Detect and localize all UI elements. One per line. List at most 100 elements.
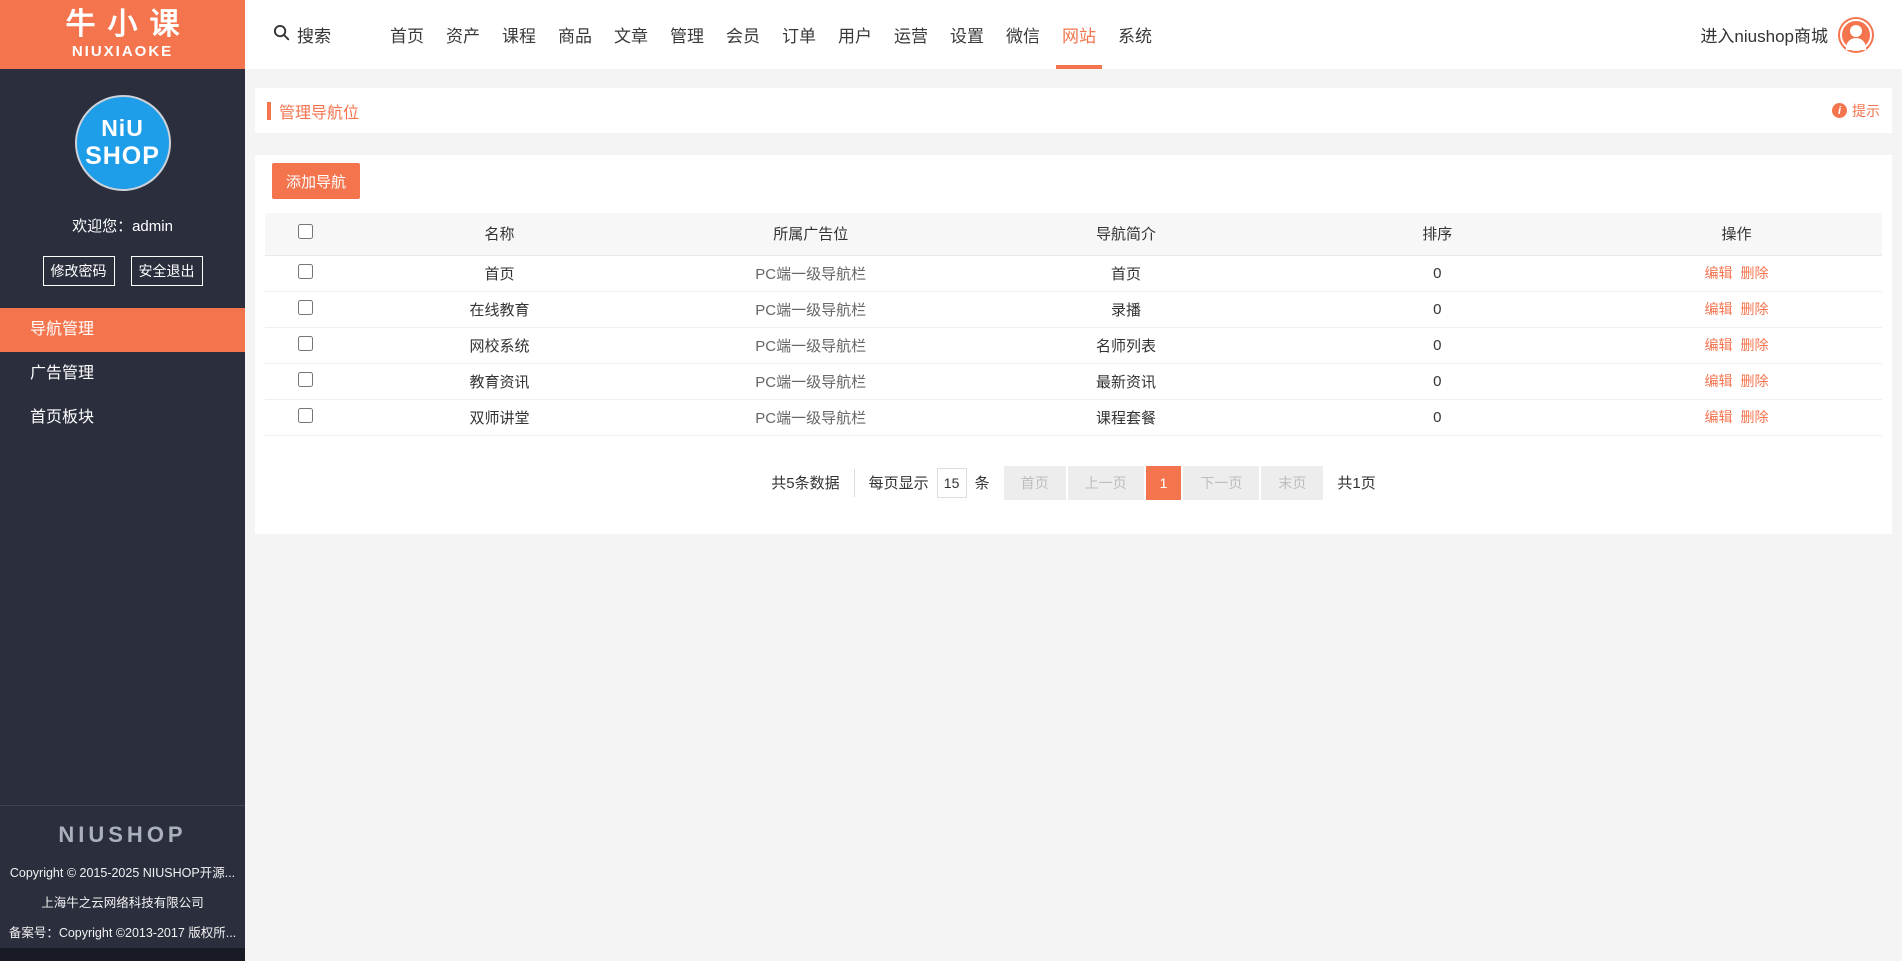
edit-link[interactable]: 编辑 (1704, 337, 1732, 353)
edit-link[interactable]: 编辑 (1704, 301, 1732, 317)
user-avatar-icon[interactable] (1838, 16, 1874, 53)
tip-label: 提示 (1852, 102, 1880, 119)
topnav-item-system[interactable]: 系统 (1107, 0, 1163, 69)
sidebar: 牛小课 NIUXIAOKE NiU SHOP 欢迎您：admin 修改密码 安全… (0, 0, 245, 961)
change-password-button[interactable]: 修改密码 (42, 256, 115, 286)
sidebar-item-nav-manage[interactable]: 导航管理 (0, 308, 245, 352)
cell-sort: 0 (1283, 255, 1591, 292)
delete-link[interactable]: 删除 (1740, 409, 1768, 425)
topnav-item-members[interactable]: 会员 (715, 0, 771, 69)
topnav-item-articles[interactable]: 文章 (603, 0, 659, 69)
topnav-item-website[interactable]: 网站 (1051, 0, 1107, 69)
topnav-item-orders[interactable]: 订单 (771, 0, 827, 69)
pagination-divider (853, 468, 855, 497)
footer-wordmark: NIUSHOP (58, 822, 187, 847)
topbar-right: 进入niushop商城 (1700, 16, 1874, 53)
tip-control[interactable]: i 提示 (1832, 101, 1880, 121)
cell-sort: 0 (1283, 399, 1591, 436)
first-page-button[interactable]: 首页 (1003, 465, 1066, 500)
top-navigation: 首页 资产 课程 商品 文章 管理 会员 订单 用户 运营 设置 微信 网站 系… (379, 0, 1163, 69)
footer-company-line: 上海牛之云网络科技有限公司 (41, 896, 204, 910)
page-title: 管理导航位 (279, 104, 360, 122)
table-row: 网校系统 PC端一级导航栏 名师列表 0 编辑 删除 (265, 327, 1882, 364)
cell-intro: 首页 (968, 255, 1284, 292)
cell-sort: 0 (1283, 327, 1591, 364)
brand-title-en: NIUXIAOKE (71, 42, 174, 60)
table-row: 教育资讯 PC端一级导航栏 最新资讯 0 编辑 删除 (265, 363, 1882, 400)
last-page-button[interactable]: 末页 (1261, 465, 1324, 500)
pager-buttons: 首页 上一页 1 下一页 末页 (1003, 465, 1324, 500)
logout-button[interactable]: 安全退出 (130, 256, 203, 286)
table-row: 在线教育 PC端一级导航栏 录播 0 编辑 删除 (265, 291, 1882, 328)
nav-table: 名称 所属广告位 导航简介 排序 操作 首页 PC端一级导航栏 首页 0 编辑 (265, 213, 1882, 436)
cell-intro: 录播 (968, 291, 1284, 328)
next-page-button[interactable]: 下一页 (1183, 465, 1260, 500)
topnav-item-courses[interactable]: 课程 (491, 0, 547, 69)
current-page-button[interactable]: 1 (1145, 465, 1182, 500)
cell-ad-position: PC端一级导航栏 (653, 363, 969, 400)
delete-link[interactable]: 删除 (1740, 301, 1768, 317)
select-all-checkbox[interactable] (297, 224, 313, 240)
edit-link[interactable]: 编辑 (1704, 409, 1732, 425)
row-checkbox[interactable] (297, 407, 313, 423)
sidebar-item-home-blocks[interactable]: 首页板块 (0, 396, 245, 440)
add-nav-button[interactable]: 添加导航 (272, 163, 361, 199)
search-control[interactable]: 搜索 (273, 22, 331, 47)
topnav-item-users[interactable]: 用户 (827, 0, 883, 69)
per-page-input[interactable] (936, 467, 967, 498)
row-checkbox[interactable] (297, 263, 313, 279)
delete-link[interactable]: 删除 (1740, 337, 1768, 353)
niushop-badge-bottom: SHOP (85, 142, 160, 170)
topnav-item-goods[interactable]: 商品 (547, 0, 603, 69)
header-ad-position: 所属广告位 (653, 213, 969, 256)
topnav-item-manage[interactable]: 管理 (659, 0, 715, 69)
cell-sort: 0 (1283, 363, 1591, 400)
niushop-badge-top: NiU (101, 115, 144, 141)
table-header-row: 名称 所属广告位 导航简介 排序 操作 (265, 213, 1882, 256)
cell-name: 双师讲堂 (345, 399, 654, 436)
header-name: 名称 (345, 213, 654, 256)
per-page-prefix: 每页显示 (868, 475, 929, 492)
prev-page-button[interactable]: 上一页 (1067, 465, 1144, 500)
cell-ad-position: PC端一级导航栏 (653, 255, 969, 292)
header-sort: 排序 (1283, 213, 1591, 256)
topnav-item-settings[interactable]: 设置 (939, 0, 995, 69)
welcome-text: 欢迎您：admin (72, 218, 173, 235)
row-checkbox[interactable] (297, 299, 313, 315)
search-label: 搜索 (297, 27, 331, 46)
sidebar-bottom-strip (0, 948, 245, 961)
content-area: 管理导航位 i 提示 添加导航 名称 所属广告位 导航简介 排序 操作 首页 P… (245, 69, 1902, 534)
cell-ad-position: PC端一级导航栏 (653, 399, 969, 436)
topnav-item-home[interactable]: 首页 (379, 0, 435, 69)
nav-list-panel: 添加导航 名称 所属广告位 导航简介 排序 操作 首页 PC端一级导航栏 首页 … (255, 155, 1892, 534)
cell-intro: 名师列表 (968, 327, 1284, 364)
sidebar-footer: NIUSHOP Copyright © 2015-2025 NIUSHOP开源.… (0, 805, 245, 948)
pagination: 共5条数据 每页显示 条 首页 上一页 1 下一页 末页 共1页 (265, 465, 1882, 500)
total-pages-text: 共1页 (1337, 475, 1376, 492)
topnav-item-wechat[interactable]: 微信 (995, 0, 1051, 69)
cell-intro: 课程套餐 (968, 399, 1284, 436)
header-operations: 操作 (1590, 213, 1882, 256)
total-count-text: 共5条数据 (771, 475, 840, 492)
sidebar-menu: 导航管理 广告管理 首页板块 (0, 308, 245, 440)
row-checkbox[interactable] (297, 371, 313, 387)
delete-link[interactable]: 删除 (1740, 265, 1768, 281)
brand-logo[interactable]: 牛小课 NIUXIAOKE (0, 0, 245, 69)
topbar: 搜索 首页 资产 课程 商品 文章 管理 会员 订单 用户 运营 设置 微信 网… (245, 0, 1902, 69)
search-icon (273, 24, 290, 46)
cell-ad-position: PC端一级导航栏 (653, 327, 969, 364)
enter-shop-link[interactable]: 进入niushop商城 (1700, 22, 1828, 47)
header-intro: 导航简介 (968, 213, 1284, 256)
brand-title-cn: 牛小课 (65, 7, 192, 41)
delete-link[interactable]: 删除 (1740, 373, 1768, 389)
topnav-item-operations[interactable]: 运营 (883, 0, 939, 69)
sidebar-item-ad-manage[interactable]: 广告管理 (0, 352, 245, 396)
topnav-item-assets[interactable]: 资产 (435, 0, 491, 69)
edit-link[interactable]: 编辑 (1704, 373, 1732, 389)
edit-link[interactable]: 编辑 (1704, 265, 1732, 281)
info-icon: i (1832, 103, 1847, 118)
row-checkbox[interactable] (297, 335, 313, 351)
cell-sort: 0 (1283, 291, 1591, 328)
cell-name: 首页 (345, 255, 654, 292)
main-area: 搜索 首页 资产 课程 商品 文章 管理 会员 订单 用户 运营 设置 微信 网… (245, 0, 1902, 961)
